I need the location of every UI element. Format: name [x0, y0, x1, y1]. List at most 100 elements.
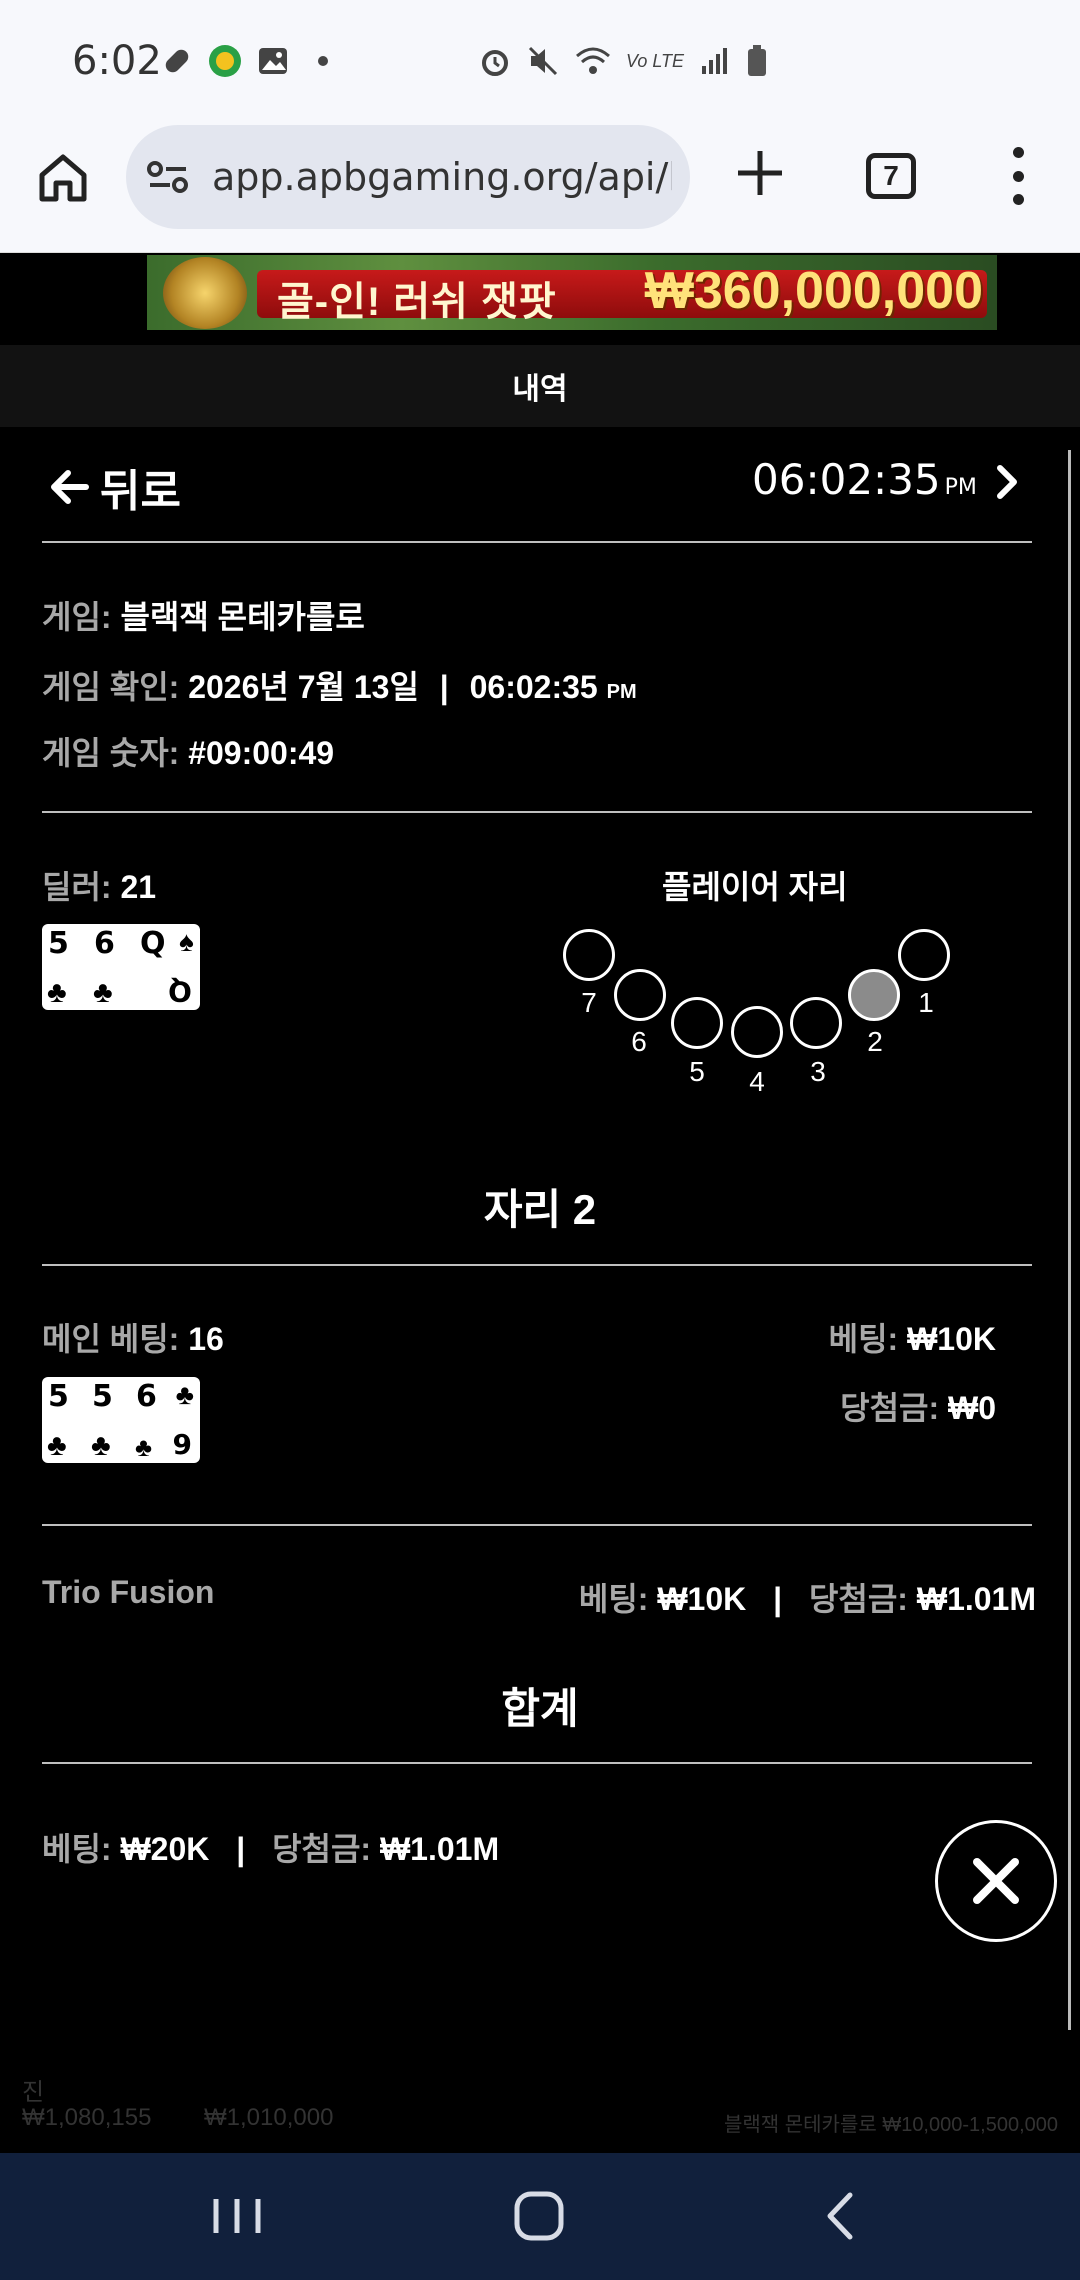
site-settings-icon[interactable] [146, 157, 190, 197]
divider [42, 811, 1032, 813]
divider [42, 1264, 1032, 1266]
card-rank-bottom: 9 [172, 1428, 192, 1461]
back-label: 뒤로 [100, 467, 181, 516]
game-value: 블랙잭 몬테카를로 [120, 599, 365, 635]
status-bar: 6:02 Vo LTE [0, 0, 1080, 125]
mute-icon [528, 46, 558, 76]
date-label: 게임 확인: [42, 669, 180, 705]
total-win-value: ₩1.01M [379, 1831, 500, 1867]
main-bet-value: 16 [188, 1321, 224, 1357]
divider [42, 1524, 1032, 1526]
more-menu-icon[interactable] [1000, 147, 1036, 205]
side-win-value: ₩1.01M [916, 1581, 1036, 1617]
url-text[interactable]: app.apbgaming.org/api/lau [212, 155, 672, 199]
seat-6[interactable] [614, 969, 666, 1021]
home-nav-icon[interactable] [504, 2183, 574, 2249]
game-footer: 진 ₩1,080,155 ₩1,010,000 블랙잭 몬테카를로 ₩10,00… [0, 2060, 1080, 2150]
seats-title: 플레이어 자리 [662, 869, 848, 905]
card-rank: 6 [94, 926, 115, 961]
date-value: 2026년 7월 13일 [188, 669, 419, 705]
pill-icon [160, 44, 194, 78]
back-nav-icon[interactable] [806, 2183, 876, 2249]
seat-win-value: ₩0 [948, 1390, 996, 1426]
seat-detail-title: 자리 2 [483, 1186, 597, 1233]
card-rank: 5 [48, 926, 69, 961]
tab-switcher-button[interactable]: 7 [866, 153, 916, 199]
main-bet-label: 메인 베팅: [42, 1321, 180, 1357]
seat-number: 2 [867, 1026, 883, 1057]
round-time-value: 06:02:35 [752, 455, 941, 504]
jackpot-amount: ₩360,000,000 [644, 262, 983, 320]
home-icon[interactable] [36, 151, 90, 205]
main-bet-row: 메인 베팅: 16 [42, 1314, 224, 1360]
jackpot-banner[interactable]: 골-인! 러쉬 잿팟 ₩360,000,000 [147, 255, 997, 330]
seat-4[interactable] [731, 1006, 783, 1058]
seat-number: 6 [631, 1026, 647, 1057]
card-suit: ♣ [91, 1429, 111, 1462]
seat-number: 7 [581, 987, 597, 1018]
seat-bet-value: ₩10K [907, 1321, 996, 1357]
seat-number: 1 [918, 987, 934, 1018]
side-bet-row: 베팅: ₩10K | 당첨금: ₩1.01M [579, 1574, 1036, 1620]
card-rank: Q [140, 926, 166, 961]
close-icon [973, 1858, 1019, 1904]
signal-icon [702, 48, 728, 74]
game-date-row: 게임 확인: 2026년 7월 13일 | 06:02:35 PM [42, 662, 637, 708]
seat-bet-row: 베팅: ₩10K [829, 1314, 996, 1360]
address-bar[interactable]: app.apbgaming.org/api/lau [126, 125, 690, 229]
playing-card: Q ♠ Q [134, 924, 200, 1010]
divider [42, 1762, 1032, 1764]
side-bet-value: ₩10K [657, 1581, 747, 1617]
dealer-value: 21 [120, 869, 157, 905]
chevron-right-icon[interactable] [994, 462, 1022, 502]
dealer-cards: 5 ♣ 6 ♣ Q ♠ Q [42, 924, 200, 1010]
playing-card: 6 ♣ 9 ♣ [130, 1377, 200, 1463]
battery-icon [748, 45, 767, 76]
trophy-icon [163, 257, 247, 329]
gallery-icon [256, 44, 290, 78]
card-rank-bottom: Q [168, 975, 192, 1008]
arrow-left-icon [51, 470, 89, 504]
banner-text: 골-인! 러쉬 잿팟 [277, 280, 557, 324]
lte-label: Vo LTE [626, 50, 685, 71]
side-win-label: 당첨금: [808, 1581, 908, 1617]
seat-7[interactable] [563, 929, 615, 981]
footer-label: 진 [22, 2079, 45, 2106]
total-bet-label: 베팅: [42, 1831, 112, 1867]
card-suit: ♣ [175, 1379, 194, 1410]
seat-number: 4 [749, 1066, 765, 1097]
system-nav-bar [0, 2153, 1080, 2280]
card-suit: ♣ [47, 976, 67, 1009]
total-win-label: 당첨금: [272, 1831, 372, 1867]
seat-number: 3 [810, 1056, 826, 1087]
number-value: #09:00:49 [188, 735, 335, 771]
total-separator: | [236, 1831, 246, 1867]
card-rank: 5 [92, 1379, 113, 1414]
total-title: 합계 [501, 1685, 579, 1732]
seat-3[interactable] [790, 997, 842, 1049]
new-tab-icon[interactable] [734, 147, 786, 199]
total-bet-value: ₩20K [120, 1831, 210, 1867]
history-header: 내역 [0, 345, 1080, 427]
browser-toolbar: app.apbgaming.org/api/lau 7 [0, 125, 1080, 253]
seat-win-row: 당첨금: ₩0 [840, 1383, 996, 1429]
side-bet-separator: | [773, 1581, 783, 1617]
footer-balance: ₩1,080,155 [22, 2104, 152, 2131]
scrollbar[interactable] [1068, 450, 1071, 2030]
status-right-icons: Vo LTE [478, 44, 768, 78]
app-notification-icon [208, 44, 242, 78]
close-button[interactable] [935, 1820, 1057, 1942]
date-time: 06:02:35 [469, 669, 598, 705]
divider [42, 541, 1032, 543]
seat-1[interactable] [898, 929, 950, 981]
seat-number: 5 [689, 1056, 705, 1087]
seat-2[interactable] [848, 969, 900, 1021]
dot-icon [306, 44, 340, 78]
recent-apps-icon[interactable] [202, 2183, 272, 2249]
round-time: 06:02:35 PM [752, 455, 977, 504]
back-button[interactable]: 뒤로 [50, 455, 181, 519]
wifi-icon [576, 47, 610, 74]
seat-5[interactable] [671, 997, 723, 1049]
card-suit: ♣ [47, 1429, 67, 1462]
footer-table-info: 블랙잭 몬테카를로 ₩10,000-1,500,000 [724, 2114, 1058, 2136]
